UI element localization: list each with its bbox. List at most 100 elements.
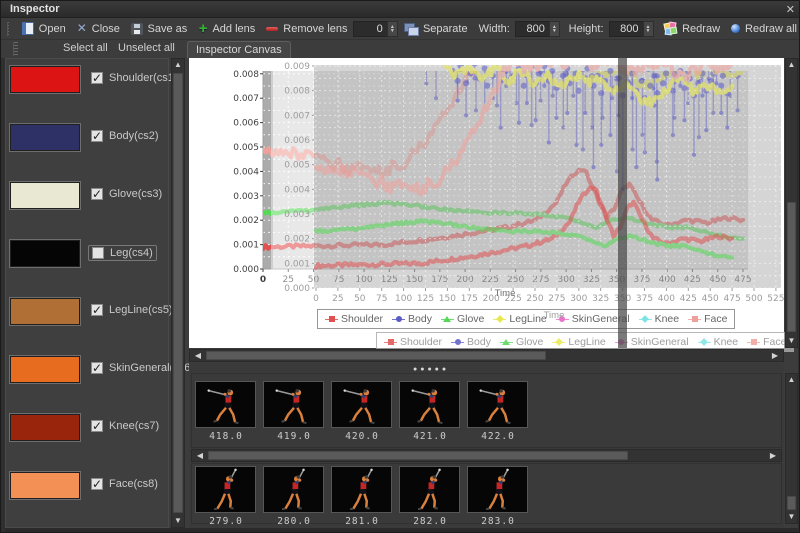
frame-thumbnail-cell[interactable]: 421.0 bbox=[399, 381, 461, 442]
add-lens-button[interactable]: + Add lens bbox=[195, 21, 260, 36]
lens-chart[interactable]: 0255075100125150175200225250275300325350… bbox=[189, 58, 784, 348]
toolbar-grip-handle[interactable] bbox=[7, 22, 9, 36]
lens-count-spinner[interactable]: 0 ▲▼ bbox=[353, 21, 398, 37]
batter-thumbnail[interactable] bbox=[467, 381, 528, 428]
tab-inspector-canvas[interactable]: Inspector Canvas bbox=[187, 41, 291, 58]
swatch-toggle: ✓LegLine(cs5) bbox=[88, 303, 176, 317]
visibility-checkbox[interactable]: ✓ bbox=[91, 130, 103, 142]
separate-button[interactable]: Separate bbox=[400, 22, 472, 36]
scroll-down-icon[interactable]: ▼ bbox=[786, 337, 797, 345]
scroll-up-icon[interactable]: ▲ bbox=[172, 61, 184, 69]
legend-marker-triangle bbox=[500, 338, 513, 347]
frame-thumbnail-cell[interactable]: 280.0 bbox=[263, 466, 325, 527]
batter-thumbnail[interactable] bbox=[331, 466, 392, 513]
legend-label: Shoulder bbox=[341, 313, 383, 325]
scroll-up-icon[interactable]: ▲ bbox=[786, 61, 797, 69]
redraw-button[interactable]: Redraw bbox=[660, 21, 724, 36]
splitter-handle[interactable]: ●●●●● bbox=[413, 366, 449, 373]
batter-thumbnail[interactable] bbox=[195, 381, 256, 428]
batter-thumbnail[interactable] bbox=[467, 466, 528, 513]
batter-thumbnail[interactable] bbox=[263, 466, 324, 513]
frame-thumbnail-cell[interactable]: 419.0 bbox=[263, 381, 325, 442]
canvas-vscrollbar[interactable]: ▲ ▼ bbox=[785, 58, 798, 348]
color-swatch[interactable] bbox=[10, 240, 80, 267]
spinner-arrows-icon[interactable]: ▲▼ bbox=[387, 21, 398, 37]
frame-thumbnail-cell[interactable]: 283.0 bbox=[467, 466, 529, 527]
visibility-checkbox[interactable]: ✓ bbox=[91, 72, 103, 84]
svg-text:0.001: 0.001 bbox=[284, 259, 310, 269]
scrollbar-thumb[interactable] bbox=[208, 451, 628, 460]
batter-thumbnail[interactable] bbox=[399, 381, 460, 428]
height-value[interactable]: 800 bbox=[609, 21, 643, 37]
batter-thumbnail[interactable] bbox=[195, 466, 256, 513]
unselect-all-button[interactable]: Unselect all bbox=[118, 42, 175, 54]
toolbar-grip-handle[interactable] bbox=[13, 42, 18, 56]
sidebar-scrollbar[interactable]: ▲ ▼ bbox=[171, 58, 185, 528]
canvas-hscrollbar[interactable]: ◀ ▶ bbox=[189, 349, 784, 362]
color-swatch[interactable] bbox=[10, 298, 80, 325]
open-button[interactable]: Open bbox=[18, 21, 70, 36]
redraw-all-label: Redraw all bbox=[745, 23, 797, 35]
scrollbar-thumb[interactable] bbox=[787, 496, 796, 510]
redraw-all-button[interactable]: Redraw all bbox=[727, 22, 800, 36]
svg-text:300: 300 bbox=[570, 294, 587, 304]
save-as-label: Save as bbox=[148, 23, 188, 35]
save-as-button[interactable]: Save as bbox=[127, 22, 192, 36]
scrollbar-thumb[interactable] bbox=[173, 73, 183, 513]
svg-text:0.007: 0.007 bbox=[233, 94, 259, 104]
inspector-canvas[interactable]: 0255075100125150175200225250275300325350… bbox=[189, 58, 784, 348]
scroll-down-icon[interactable]: ▼ bbox=[172, 517, 184, 525]
frame-thumbnail-cell[interactable]: 282.0 bbox=[399, 466, 461, 527]
add-lens-label: Add lens bbox=[212, 23, 255, 35]
scrollbar-thumb[interactable] bbox=[206, 351, 546, 360]
visibility-checkbox[interactable]: ✓ bbox=[91, 362, 103, 374]
swatch-toggle: ✓Face(cs8) bbox=[88, 477, 161, 491]
filmstrip-vscrollbar[interactable]: ▲ ▼ bbox=[785, 373, 798, 524]
frame-thumbnail-cell[interactable]: 418.0 bbox=[195, 381, 257, 442]
scrollbar-thumb[interactable] bbox=[787, 202, 796, 332]
visibility-checkbox[interactable]: ✓ bbox=[91, 304, 103, 316]
scroll-right-icon[interactable]: ▶ bbox=[769, 350, 781, 361]
window-close-icon[interactable]: ✕ bbox=[786, 2, 795, 19]
spinner-arrows-icon[interactable]: ▲▼ bbox=[643, 21, 654, 37]
batter-thumbnail[interactable] bbox=[399, 466, 460, 513]
scroll-left-icon[interactable]: ◀ bbox=[192, 350, 204, 361]
legend-back: ShoulderBodyGloveLegLineSkinGeneralKneeF… bbox=[317, 309, 735, 329]
width-group: Width: 800 ▲▼ bbox=[475, 20, 564, 38]
frame-thumbnail-cell[interactable]: 279.0 bbox=[195, 466, 257, 527]
width-value[interactable]: 800 bbox=[515, 21, 549, 37]
color-swatch[interactable] bbox=[10, 66, 80, 93]
color-swatch[interactable] bbox=[10, 124, 80, 151]
select-all-button[interactable]: Select all bbox=[63, 42, 108, 54]
frame-thumbnail-cell[interactable]: 281.0 bbox=[331, 466, 393, 527]
frame-number-label: 280.0 bbox=[263, 516, 325, 527]
batter-thumbnail[interactable] bbox=[331, 381, 392, 428]
spinner-arrows-icon[interactable]: ▲▼ bbox=[549, 21, 560, 37]
visibility-checkbox[interactable]: ✓ bbox=[91, 420, 103, 432]
width-spinner[interactable]: 800 ▲▼ bbox=[515, 21, 560, 37]
remove-lens-button[interactable]: Remove lens bbox=[262, 22, 351, 36]
color-swatch[interactable] bbox=[10, 414, 80, 441]
legend-label: SkinGeneral bbox=[631, 336, 689, 348]
frame-thumbnail-cell[interactable]: 420.0 bbox=[331, 381, 393, 442]
lens-count-value[interactable]: 0 bbox=[353, 21, 387, 37]
color-swatch[interactable] bbox=[10, 182, 80, 209]
visibility-checkbox[interactable]: ✓ bbox=[91, 478, 103, 490]
scroll-down-icon[interactable]: ▼ bbox=[786, 513, 797, 521]
visibility-checkbox[interactable]: ✓ bbox=[91, 188, 103, 200]
svg-text:0.002: 0.002 bbox=[233, 216, 259, 226]
scroll-right-icon[interactable]: ▶ bbox=[767, 450, 779, 461]
height-spinner[interactable]: 800 ▲▼ bbox=[609, 21, 654, 37]
color-swatch[interactable] bbox=[10, 356, 80, 383]
batter-thumbnail[interactable] bbox=[263, 381, 324, 428]
color-swatch[interactable] bbox=[10, 472, 80, 499]
frame-thumbnail-cell[interactable]: 422.0 bbox=[467, 381, 529, 442]
scroll-left-icon[interactable]: ◀ bbox=[194, 450, 206, 461]
scroll-up-icon[interactable]: ▲ bbox=[786, 376, 797, 384]
close-button[interactable]: ✕ Close bbox=[73, 21, 124, 36]
filmstrip-hscrollbar[interactable]: ◀ ▶ bbox=[191, 449, 782, 462]
visibility-checkbox[interactable] bbox=[92, 247, 104, 259]
legend-label: Knee bbox=[655, 313, 680, 325]
svg-text:425: 425 bbox=[680, 294, 697, 304]
time-cursor-bar[interactable] bbox=[618, 58, 627, 348]
